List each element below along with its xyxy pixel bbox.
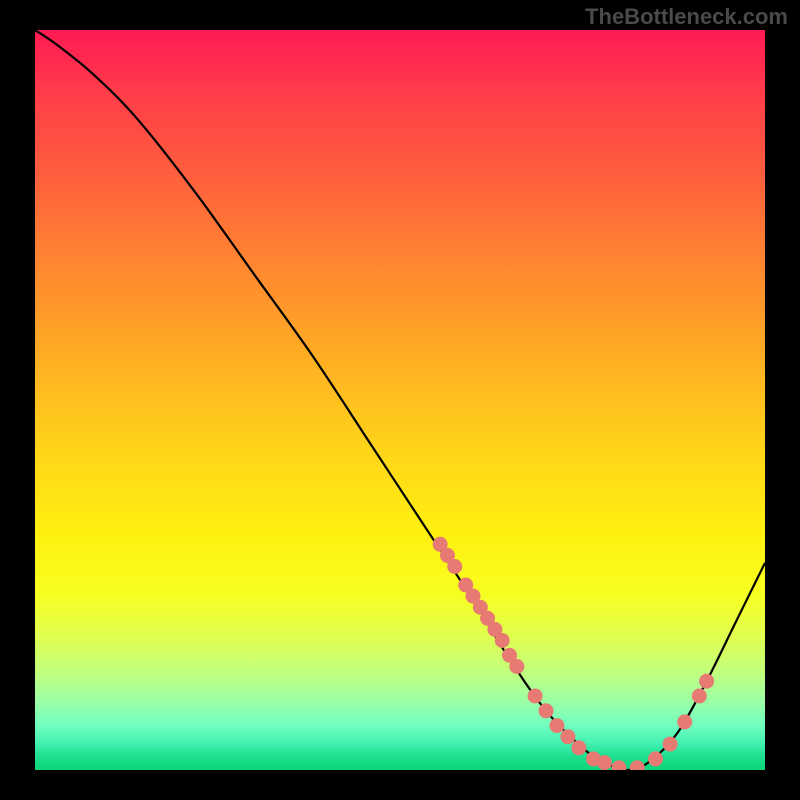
data-point <box>677 714 692 729</box>
data-point <box>648 751 663 766</box>
chart-container: TheBottleneck.com <box>0 0 800 800</box>
data-markers <box>433 537 714 770</box>
data-point <box>597 755 612 770</box>
bottleneck-curve <box>35 30 765 770</box>
data-point <box>612 760 627 770</box>
plot-area <box>35 30 765 770</box>
data-point <box>560 729 575 744</box>
watermark-text: TheBottleneck.com <box>585 4 788 30</box>
data-point <box>630 760 645 770</box>
data-point <box>495 633 510 648</box>
data-point <box>571 740 586 755</box>
data-point <box>539 703 554 718</box>
data-point <box>692 689 707 704</box>
data-point <box>699 674 714 689</box>
data-point <box>509 659 524 674</box>
data-point <box>663 737 678 752</box>
chart-svg <box>35 30 765 770</box>
data-point <box>549 718 564 733</box>
data-point <box>528 689 543 704</box>
data-point <box>447 559 462 574</box>
